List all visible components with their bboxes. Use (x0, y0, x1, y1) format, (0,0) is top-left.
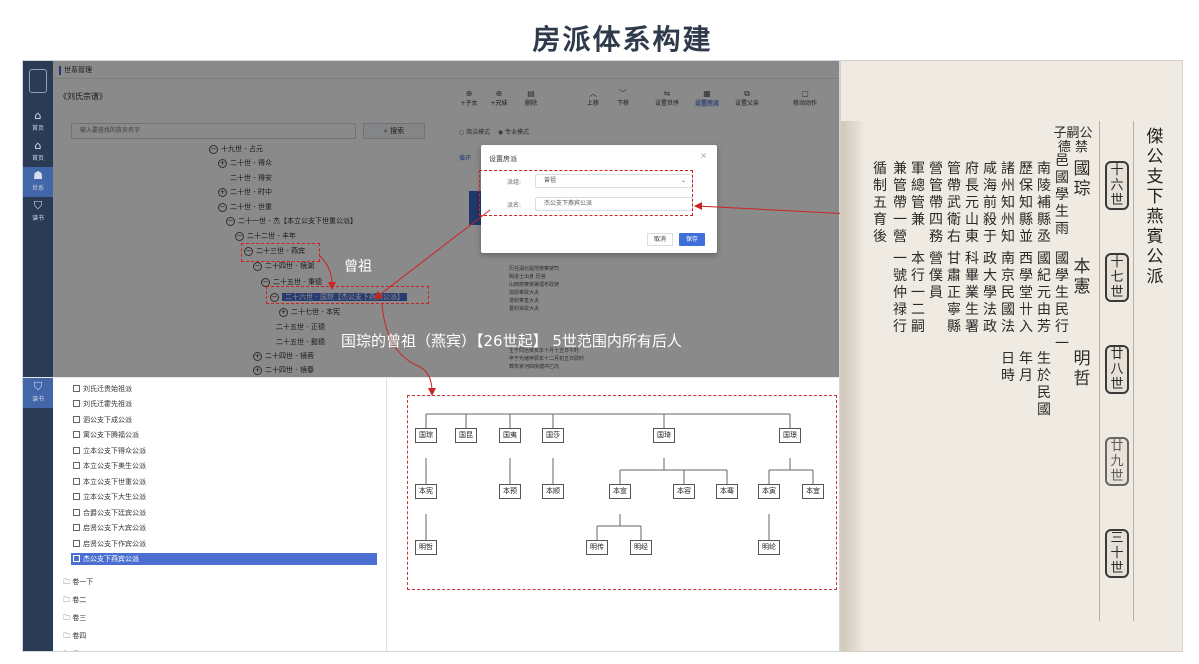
tree-node-27: 本骞 (716, 484, 738, 499)
tree-node-26: 国琮 (415, 428, 437, 443)
generation-badge: 十七世 (1105, 253, 1129, 302)
genealogy-scan: 子嗣公德 禁 傑公支下燕賓公派 十六世 十七世 廿八世 廿九世 三十世 國琮 本… (840, 60, 1183, 652)
annotation-great-grandfather: 曾祖 (344, 259, 372, 275)
tree-node-27: 本预 (499, 484, 521, 499)
tree-node-27: 本宜 (802, 484, 824, 499)
tree-node-28: 明纶 (758, 540, 780, 555)
tree-node-28: 明哲 (415, 540, 437, 555)
scan-header: 子嗣公德 禁 (1053, 126, 1093, 155)
tree-node-27: 本宣 (609, 484, 631, 499)
tree-node-26: 国璟 (779, 428, 801, 443)
generation-badge: 廿九世 (1105, 437, 1129, 486)
annotation-scope: 国琮的曾祖（燕宾）【26世起】 5世范围内所有后人 (341, 332, 682, 350)
tree-node-27: 本容 (673, 484, 695, 499)
highlight-great-grandfather (241, 243, 320, 262)
tree-node-26: 国昆 (455, 428, 477, 443)
generation-badge: 十六世 (1105, 161, 1129, 210)
tree-node-26: 国夷 (499, 428, 521, 443)
tree-node-26: 国琦 (653, 428, 675, 443)
tree-node-26: 国莎 (542, 428, 564, 443)
scan-branch-label: 傑公支下燕賓公派 (1146, 127, 1164, 287)
tree-node-27: 本顺 (542, 484, 564, 499)
tree-node-28: 明传 (586, 540, 608, 555)
generation-badge: 三十世 (1105, 529, 1129, 578)
page-gutter (841, 121, 863, 651)
highlight-dialog-fields (479, 170, 693, 216)
generation-badge: 廿八世 (1105, 345, 1129, 394)
tree-node-28: 明经 (630, 540, 652, 555)
tree-node-27: 本宪 (415, 484, 437, 499)
tree-node-27: 本寅 (758, 484, 780, 499)
highlight-selected-person (266, 286, 429, 304)
